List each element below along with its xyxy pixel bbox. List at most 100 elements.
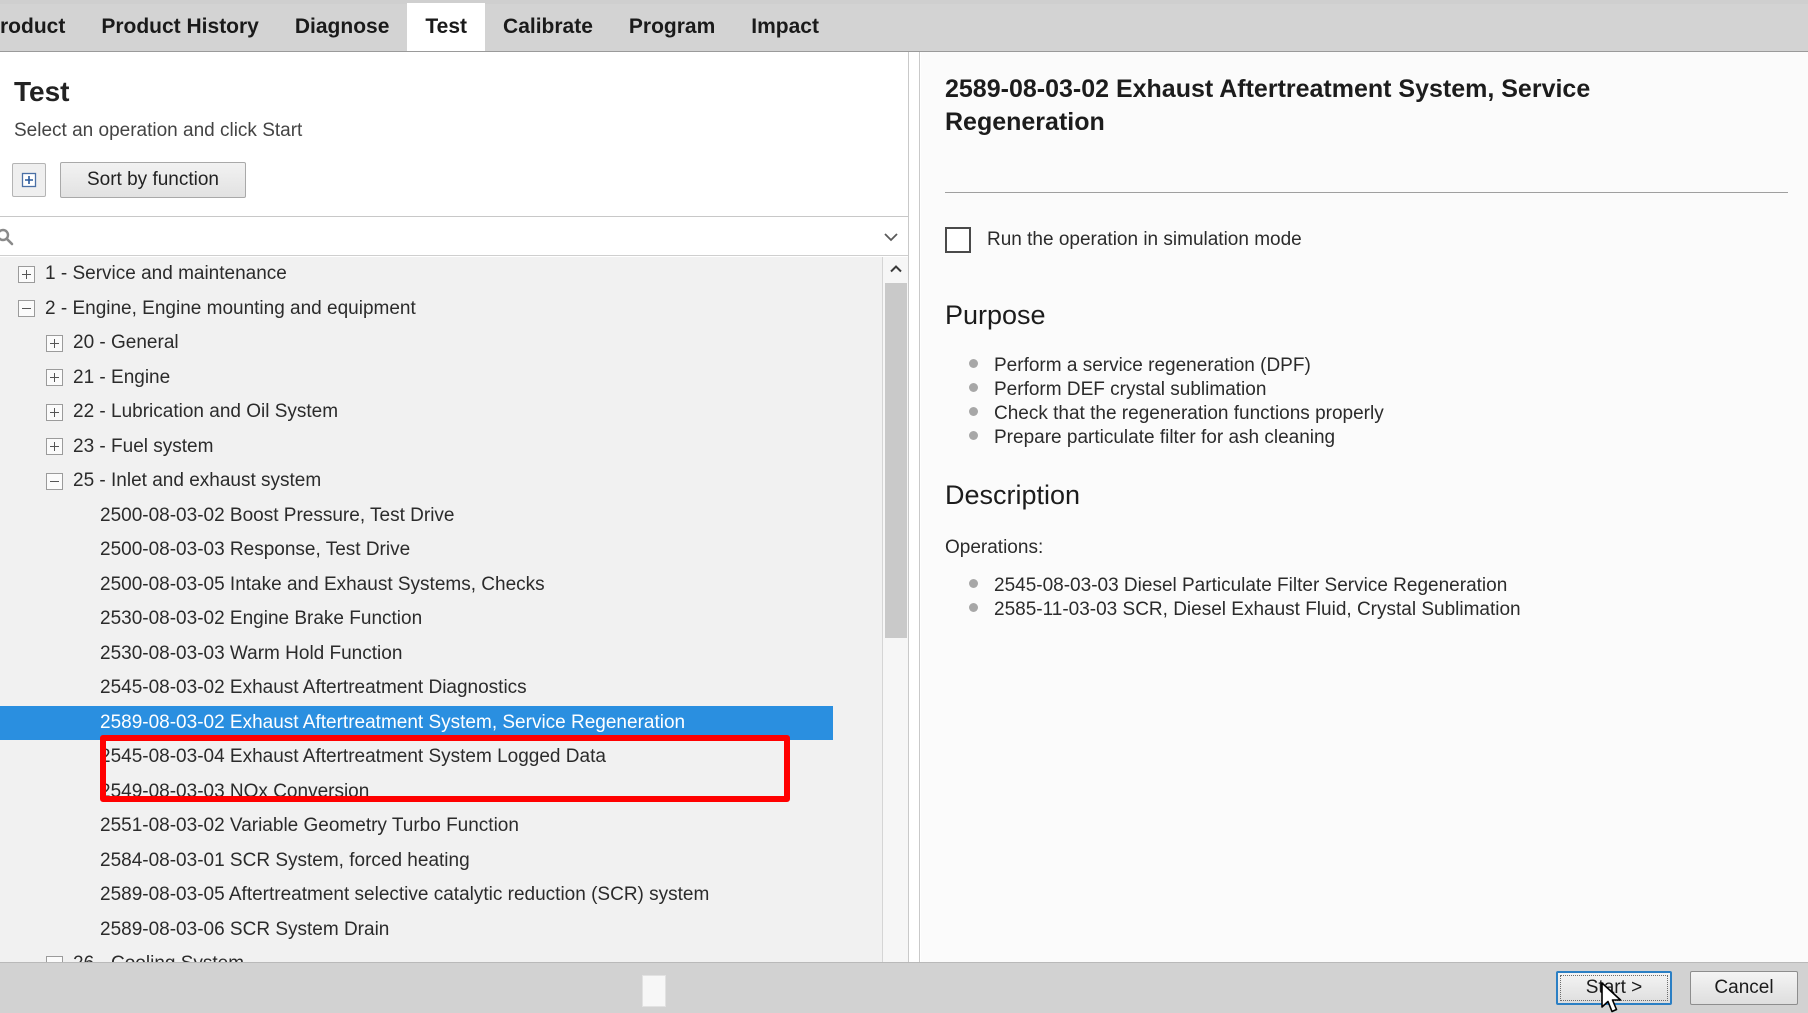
operation-tree-list[interactable]: 1 - Service and maintenance 2 - Engine, E… bbox=[0, 257, 882, 1013]
tree-item[interactable]: 2500-08-03-02 Boost Pressure, Test Drive bbox=[0, 499, 882, 534]
bullet-icon bbox=[969, 579, 978, 588]
tree-item-label: 2589-08-03-06 SCR System Drain bbox=[100, 918, 390, 940]
tree-item-selected[interactable]: 2589-08-03-02 Exhaust Aftertreatment Sys… bbox=[0, 705, 833, 740]
operation-item-text: 2585-11-03-03 SCR, Diesel Exhaust Fluid,… bbox=[994, 599, 1521, 620]
operation-item: 2585-11-03-03 SCR, Diesel Exhaust Fluid,… bbox=[945, 598, 1521, 622]
bullet-icon bbox=[969, 431, 978, 440]
operation-title: 2589-08-03-02 Exhaust Aftertreatment Sys… bbox=[945, 75, 1591, 137]
tree-item[interactable]: 2530-08-03-02 Engine Brake Function bbox=[0, 602, 882, 637]
simulation-mode-checkbox[interactable] bbox=[945, 227, 971, 253]
collapse-icon[interactable] bbox=[46, 472, 63, 490]
tab-calibrate[interactable]: Calibrate bbox=[485, 3, 611, 51]
operation-item-text: 2545-08-03-03 Diesel Particulate Filter … bbox=[994, 575, 1508, 596]
cancel-button[interactable]: Cancel bbox=[1690, 971, 1798, 1005]
tree-item-label: 2545-08-03-02 Exhaust Aftertreatment Dia… bbox=[100, 677, 527, 699]
tree-item[interactable]: 21 - Engine bbox=[0, 361, 882, 396]
tree-item[interactable]: 1 - Service and maintenance bbox=[0, 257, 882, 292]
tree-item-label: 2584-08-03-01 SCR System, forced heating bbox=[100, 849, 470, 871]
collapse-icon[interactable] bbox=[18, 300, 35, 318]
tree-item[interactable]: 2545-08-03-02 Exhaust Aftertreatment Dia… bbox=[0, 671, 882, 706]
tree-scrollbar-thumb[interactable] bbox=[885, 283, 907, 638]
purpose-list: Perform a service regeneration (DPF) Perf… bbox=[945, 354, 1384, 450]
purpose-item-text: Perform DEF crystal sublimation bbox=[994, 379, 1267, 400]
page-title: Test bbox=[14, 76, 70, 107]
tree-item-label: 2589-08-03-05 Aftertreatment selective c… bbox=[100, 884, 710, 906]
bullet-icon bbox=[969, 383, 978, 392]
sort-by-function-button[interactable]: Sort by function bbox=[60, 162, 246, 198]
page-subtitle: Select an operation and click Start bbox=[14, 120, 303, 141]
tab-diagnose[interactable]: Diagnose bbox=[277, 3, 408, 51]
tree-item[interactable]: 25 - Inlet and exhaust system bbox=[0, 464, 882, 499]
horizontal-scrollbar-thumb[interactable] bbox=[642, 975, 666, 1007]
purpose-heading: Purpose bbox=[945, 300, 1046, 330]
tree-item[interactable]: 2549-08-03-03 NOx Conversion bbox=[0, 775, 882, 810]
test-operation-window: Product Product History Diagnose Test Ca… bbox=[0, 0, 1808, 1013]
simulation-mode-row[interactable]: Run the operation in simulation mode bbox=[945, 227, 1302, 253]
expand-icon[interactable] bbox=[46, 334, 63, 352]
tree-item-label: 25 - Inlet and exhaust system bbox=[73, 470, 322, 492]
scroll-up-arrow-icon[interactable] bbox=[883, 257, 908, 281]
tree-item[interactable]: 2500-08-03-05 Intake and Exhaust Systems… bbox=[0, 568, 882, 603]
tree-item-label: 2530-08-03-02 Engine Brake Function bbox=[100, 608, 423, 630]
tree-item[interactable]: 2584-08-03-01 SCR System, forced heating bbox=[0, 844, 882, 879]
tree-item-label: 20 - General bbox=[73, 332, 179, 354]
expand-icon[interactable] bbox=[46, 403, 63, 421]
operation-tree[interactable]: 1 - Service and maintenance 2 - Engine, E… bbox=[0, 257, 908, 1013]
purpose-item-text: Prepare particulate filter for ash clean… bbox=[994, 427, 1336, 448]
tree-item-label: 2589-08-03-02 Exhaust Aftertreatment Sys… bbox=[100, 711, 686, 733]
expand-all-icon bbox=[21, 172, 37, 188]
toolbar: Sort by function bbox=[12, 162, 246, 198]
chevron-down-icon[interactable] bbox=[874, 220, 908, 254]
purpose-item-text: Perform a service regeneration (DPF) bbox=[994, 355, 1311, 376]
simulation-mode-label: Run the operation in simulation mode bbox=[987, 229, 1302, 250]
tab-impact[interactable]: Impact bbox=[733, 3, 837, 51]
operation-selection-panel: Test Select an operation and click Start… bbox=[0, 52, 908, 1013]
tree-item-label: 22 - Lubrication and Oil System bbox=[73, 401, 339, 423]
purpose-item-text: Check that the regeneration functions pr… bbox=[994, 403, 1384, 424]
tree-item[interactable]: 20 - General bbox=[0, 326, 882, 361]
tab-test[interactable]: Test bbox=[407, 3, 486, 51]
title-divider bbox=[945, 192, 1788, 193]
bullet-icon bbox=[969, 359, 978, 368]
search-icon bbox=[0, 224, 18, 250]
tree-item-label: 2549-08-03-03 NOx Conversion bbox=[100, 780, 370, 802]
tree-item[interactable]: 2 - Engine, Engine mounting and equipmen… bbox=[0, 292, 882, 327]
tree-item[interactable]: 23 - Fuel system bbox=[0, 430, 882, 465]
search-input[interactable] bbox=[18, 222, 874, 252]
tree-item-label: 2500-08-03-02 Boost Pressure, Test Drive bbox=[100, 504, 455, 526]
expand-all-button[interactable] bbox=[12, 163, 46, 197]
tree-item-label: 21 - Engine bbox=[73, 366, 171, 388]
main-tab-bar: Product Product History Diagnose Test Ca… bbox=[0, 0, 1808, 52]
tree-horizontal-scrollbar[interactable] bbox=[0, 969, 908, 1007]
tree-item-label: 2530-08-03-03 Warm Hold Function bbox=[100, 642, 403, 664]
tab-product-history[interactable]: Product History bbox=[83, 3, 277, 51]
tree-item[interactable]: 2500-08-03-03 Response, Test Drive bbox=[0, 533, 882, 568]
search-bar bbox=[0, 218, 908, 256]
tree-item-label: 2 - Engine, Engine mounting and equipmen… bbox=[45, 297, 416, 319]
expand-icon[interactable] bbox=[18, 265, 35, 283]
tab-product[interactable]: Product bbox=[0, 3, 83, 51]
tree-item[interactable]: 2589-08-03-05 Aftertreatment selective c… bbox=[0, 878, 882, 913]
start-button-label: Start > bbox=[1585, 977, 1643, 998]
operations-list: 2545-08-03-03 Diesel Particulate Filter … bbox=[945, 574, 1521, 622]
description-heading: Description bbox=[945, 480, 1081, 510]
tree-item-label: 2500-08-03-03 Response, Test Drive bbox=[100, 539, 411, 561]
expand-icon[interactable] bbox=[46, 369, 63, 387]
tree-vertical-scrollbar[interactable] bbox=[882, 257, 908, 1013]
tree-item[interactable]: 2545-08-03-04 Exhaust Aftertreatment Sys… bbox=[0, 740, 882, 775]
panel-splitter[interactable] bbox=[908, 52, 920, 962]
tab-program[interactable]: Program bbox=[611, 3, 733, 51]
tree-item[interactable]: 2589-08-03-06 SCR System Drain bbox=[0, 913, 882, 948]
footer-bar: Start > Cancel bbox=[0, 962, 1808, 1013]
expand-icon[interactable] bbox=[46, 438, 63, 456]
purpose-item: Perform DEF crystal sublimation bbox=[945, 378, 1384, 402]
tree-item[interactable]: 2530-08-03-03 Warm Hold Function bbox=[0, 637, 882, 672]
tree-item[interactable]: 2551-08-03-02 Variable Geometry Turbo Fu… bbox=[0, 809, 882, 844]
tree-item-label: 2545-08-03-04 Exhaust Aftertreatment Sys… bbox=[100, 746, 606, 768]
left-panel-header: Test Select an operation and click Start… bbox=[0, 52, 908, 217]
start-button[interactable]: Start > bbox=[1556, 971, 1672, 1005]
tree-item[interactable]: 22 - Lubrication and Oil System bbox=[0, 395, 882, 430]
purpose-item: Perform a service regeneration (DPF) bbox=[945, 354, 1384, 378]
purpose-item: Prepare particulate filter for ash clean… bbox=[945, 426, 1384, 450]
tree-item-label: 1 - Service and maintenance bbox=[45, 263, 287, 285]
